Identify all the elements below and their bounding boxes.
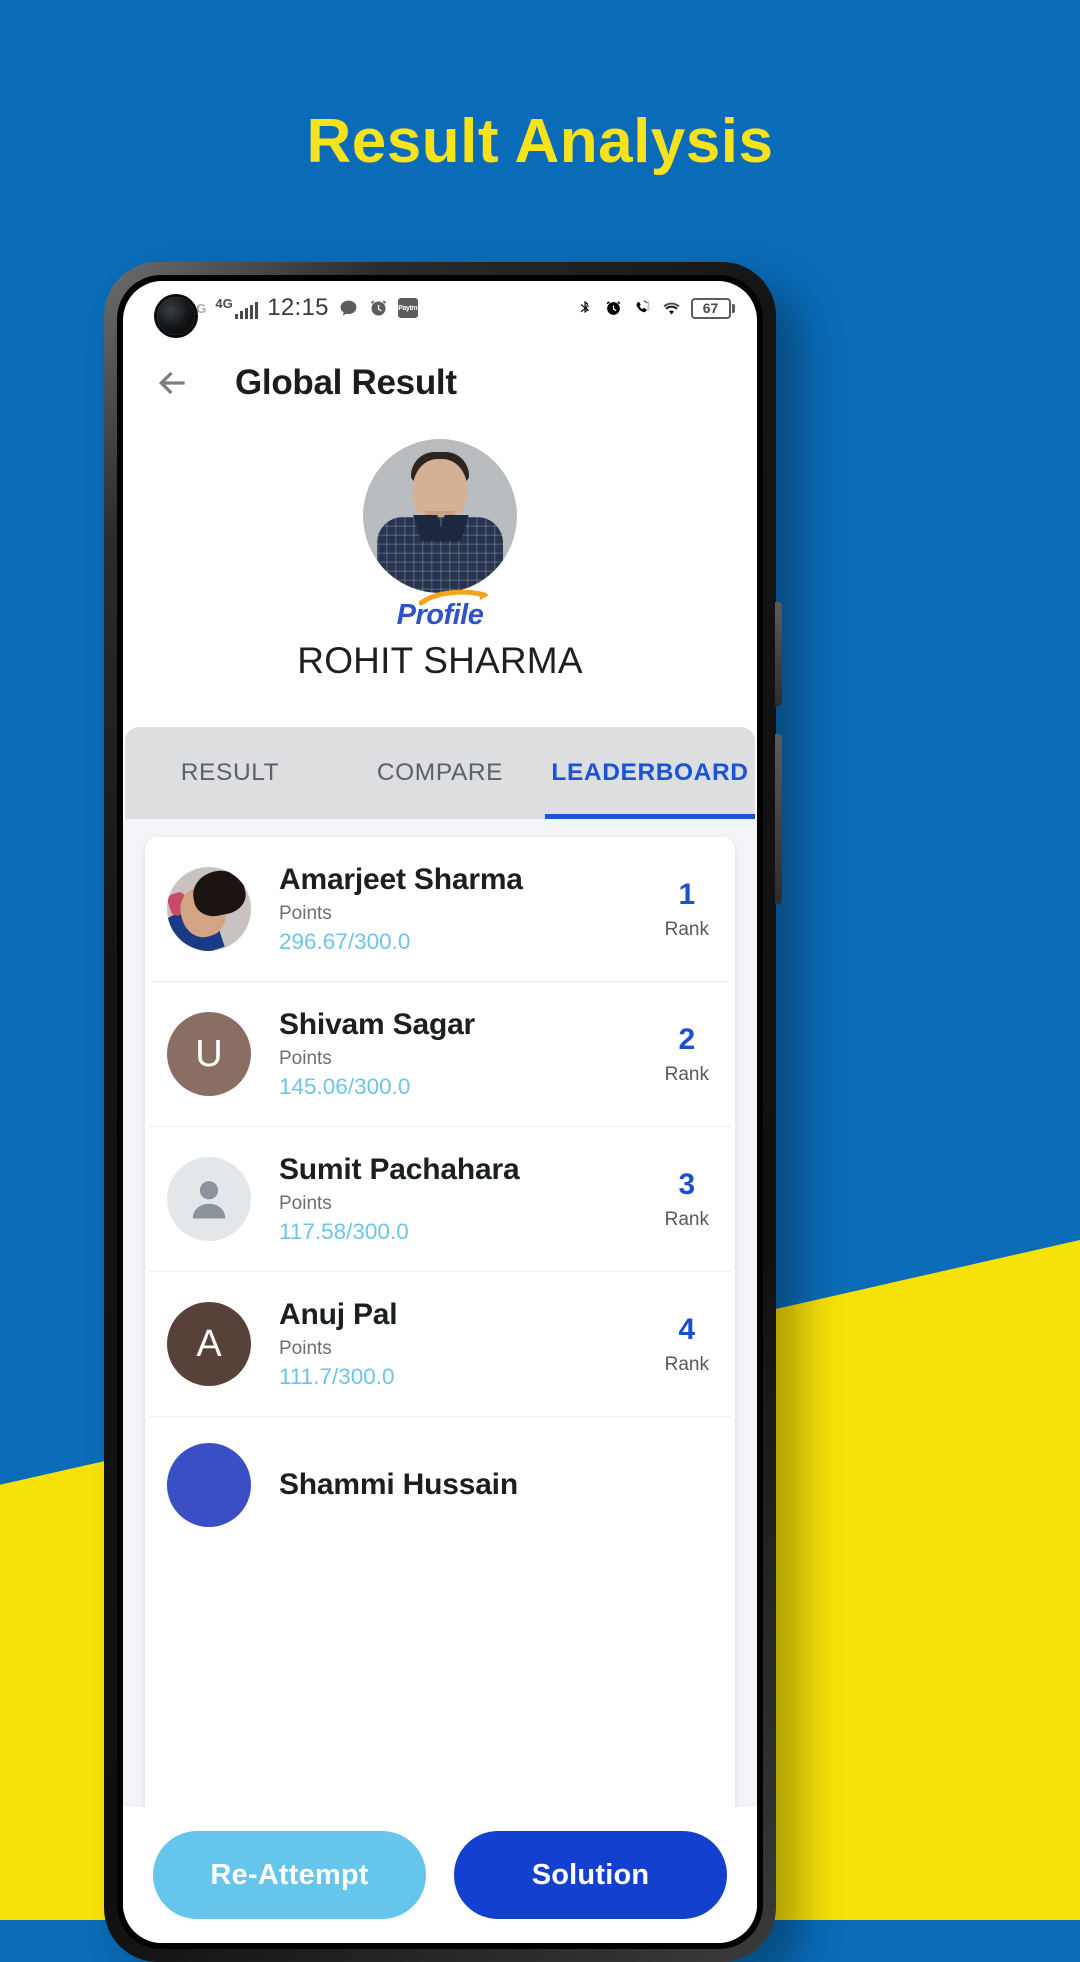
dual-sim-call-icon: 1 2 [635,299,649,312]
bluetooth-icon [580,300,589,313]
table-row[interactable]: U Shivam Sagar Points 145.06/300.0 2 Ran… [149,982,731,1127]
chat-bubble-icon [340,300,357,315]
table-row[interactable]: Shammi Hussain [149,1417,731,1553]
row-details: Amarjeet Sharma Points 296.67/300.0 [251,863,655,955]
points-value: 296.67/300.0 [279,929,411,954]
phone-bezel: 4G 4G 12:15 Paytm 1 2 67 Global Result P… [117,275,763,1949]
points-label: Points [279,1338,332,1359]
tab-result[interactable]: RESULT [125,727,335,819]
avatar [167,867,251,951]
status-bar: 4G 4G 12:15 Paytm 1 2 67 [123,281,757,335]
table-row[interactable]: A Anuj Pal Points 111.7/300.0 4 Rank [149,1272,731,1417]
avatar: A [167,1302,251,1386]
person-placeholder-icon [192,1181,226,1219]
signal-bars-icon: 4G [215,296,259,319]
logo-swoosh-icon [418,590,489,606]
phone-mockup: 4G 4G 12:15 Paytm 1 2 67 Global Result P… [104,262,782,1962]
battery-icon: 67 [690,297,735,319]
wifi-icon [663,302,679,314]
battery-tip [732,303,735,313]
avatar: U [167,1012,251,1096]
svg-text:2: 2 [646,306,649,312]
user-name: Shivam Sagar [279,1008,476,1041]
phone-screen: 4G 4G 12:15 Paytm 1 2 67 Global Result P… [123,281,757,1943]
profile-section: Profile ROHIT SHARMA [123,431,757,727]
battery-percent-label: 67 [690,297,731,319]
solution-button[interactable]: Solution [454,1831,727,1919]
points-label: Points [279,1048,332,1069]
signal-strength-bars [234,302,259,319]
alarm-clock-icon [370,300,386,315]
rank-label: Rank [664,1208,709,1230]
points-value: 117.58/300.0 [279,1219,409,1244]
points-label: Points [279,903,332,924]
table-row[interactable]: Amarjeet Sharma Points 296.67/300.0 1 Ra… [149,837,731,982]
phone-side-button-power [775,734,782,904]
user-name: Amarjeet Sharma [279,863,523,896]
avatar-initial: A [196,1322,222,1365]
user-name: Shammi Hussain [279,1468,518,1501]
avatar [167,1443,251,1527]
user-name: Anuj Pal [279,1298,398,1331]
rank-number: 2 [678,1022,696,1056]
promo-headline: Result Analysis [306,107,774,176]
row-details: Shammi Hussain [251,1468,709,1502]
rank-label: Rank [664,1063,709,1085]
rank-block: 4 Rank [655,1313,709,1376]
status-bar-right: 1 2 67 [575,297,735,319]
bottom-action-bar: Re-Attempt Solution [123,1807,757,1943]
leaderboard-card: Amarjeet Sharma Points 296.67/300.0 1 Ra… [145,837,735,1943]
user-name: Sumit Pachahara [279,1153,520,1186]
rank-number: 4 [678,1312,696,1346]
page-title: Global Result [235,363,457,402]
row-details: Anuj Pal Points 111.7/300.0 [251,1298,655,1390]
app-bar: Global Result [123,335,757,431]
table-row[interactable]: Sumit Pachahara Points 117.58/300.0 3 Ra… [149,1127,731,1272]
points-value: 145.06/300.0 [279,1074,411,1099]
rank-number: 1 [678,877,696,911]
front-camera-punch-hole [157,297,195,335]
tab-bar: RESULT COMPARE LEADERBOARD [125,727,755,819]
points-value: 111.7/300.0 [279,1364,395,1389]
profile-brand-logo: Profile [397,590,489,632]
rank-block: 2 Rank [655,1023,709,1086]
tab-leaderboard[interactable]: LEADERBOARD [545,727,755,819]
rank-block: 1 Rank [655,878,709,941]
status-bar-left: 4G 4G 12:15 Paytm [189,294,418,322]
avatar [167,1157,251,1241]
tab-compare[interactable]: COMPARE [335,727,545,819]
rank-label: Rank [664,1353,709,1375]
rank-number: 3 [678,1167,696,1201]
row-details: Shivam Sagar Points 145.06/300.0 [251,1008,655,1100]
row-details: Sumit Pachahara Points 117.58/300.0 [251,1153,655,1245]
rank-block: 3 Rank [655,1168,709,1231]
arrow-left-icon[interactable] [153,363,193,403]
profile-user-name: ROHIT SHARMA [297,640,583,681]
alarm-clock-icon [606,300,620,315]
status-bar-clock: 12:15 [267,294,329,321]
phone-side-button-volume [775,602,782,706]
avatar-initial: U [195,1032,223,1075]
avatar [363,439,517,593]
paytm-icon: Paytm [397,298,418,318]
network-type-label: 4G [215,296,233,311]
rank-label: Rank [664,918,709,940]
re-attempt-button[interactable]: Re-Attempt [153,1831,426,1919]
points-label: Points [279,1193,332,1214]
leaderboard-list-area[interactable]: Amarjeet Sharma Points 296.67/300.0 1 Ra… [123,819,757,1943]
